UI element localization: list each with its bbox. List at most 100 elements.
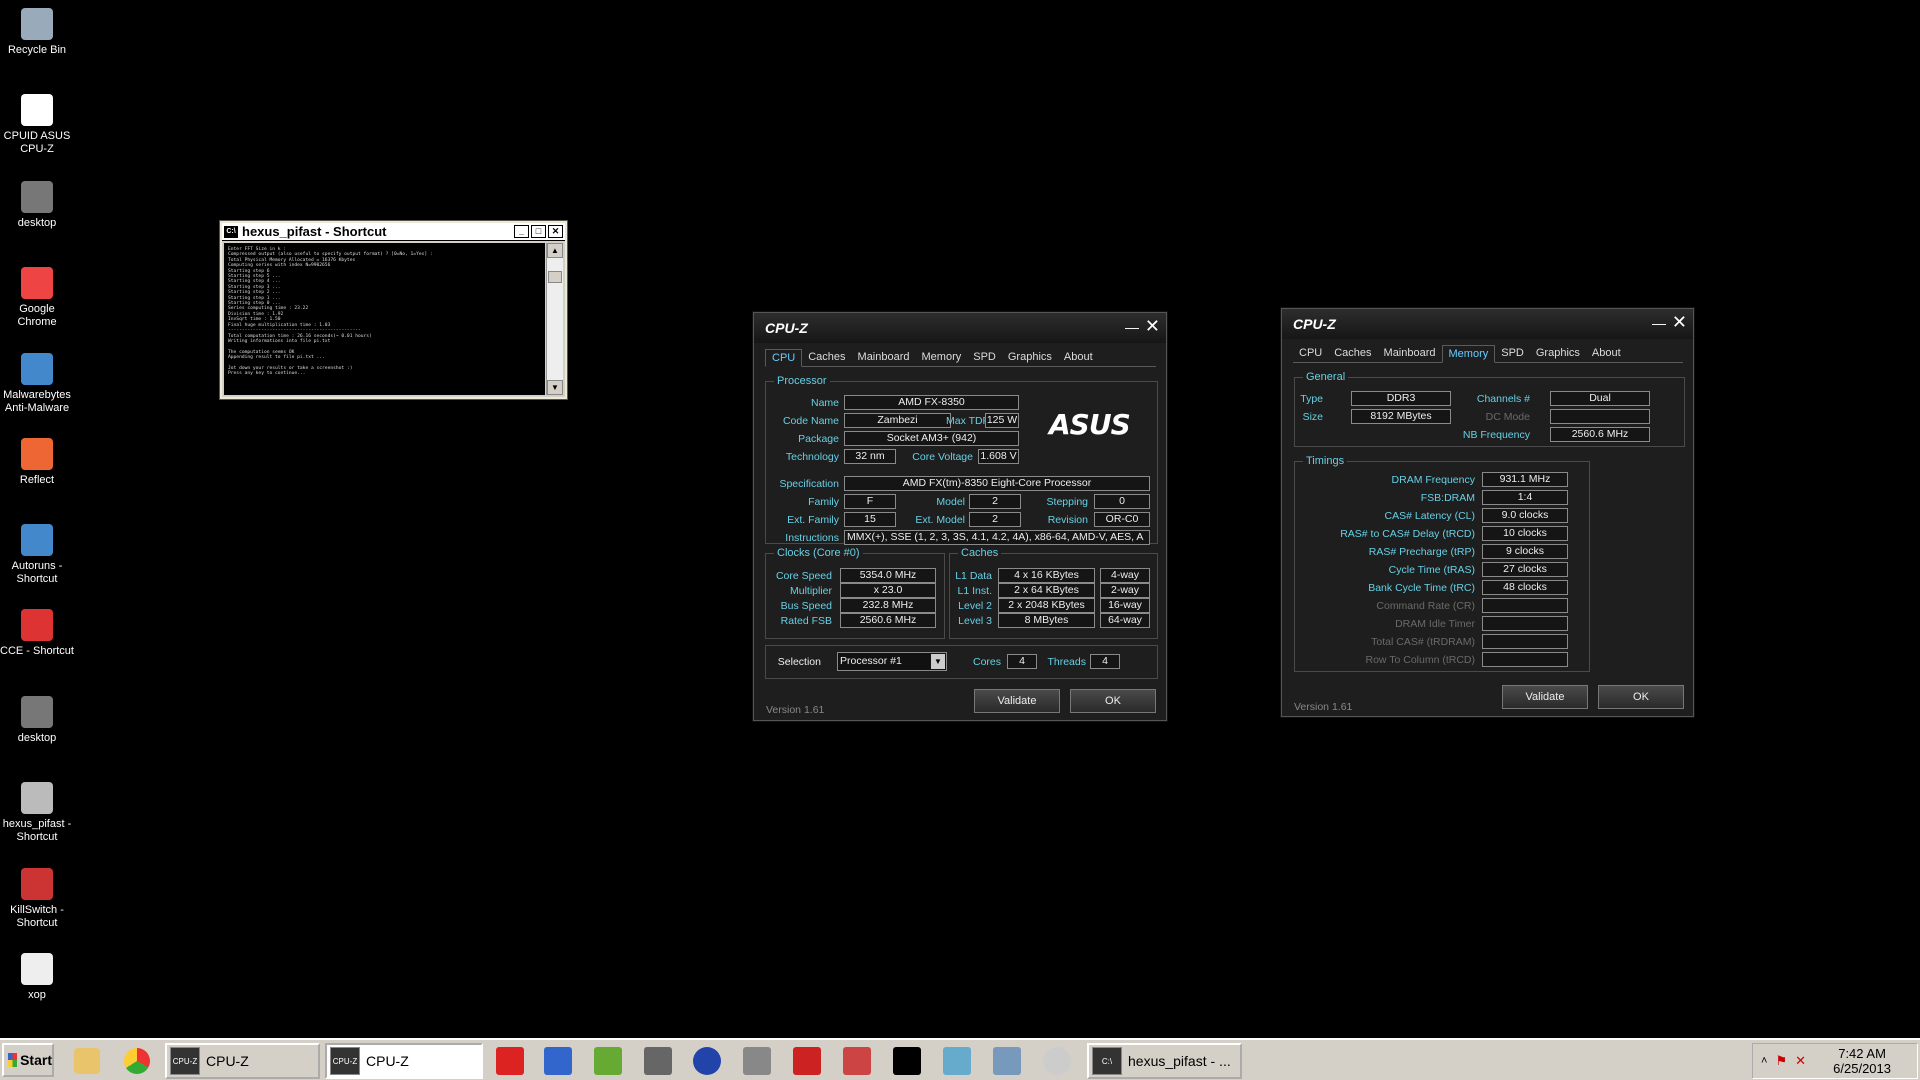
cpuz-memory-window[interactable]: CPU-Z — ✕ CPU Caches Mainboard Memory SPD Gra… bbox=[1281, 308, 1694, 717]
console-titlebar[interactable]: C:\ hexus_pifast - Shortcut _ □ ✕ bbox=[222, 223, 565, 241]
console-window[interactable]: C:\ hexus_pifast - Shortcut _ □ ✕ Enter … bbox=[219, 220, 568, 400]
cache-size: 8 MBytes bbox=[998, 613, 1095, 628]
desktop-icon-label: xop bbox=[28, 989, 46, 1001]
clock-value: x 23.0 bbox=[840, 583, 936, 598]
timing-value: 9 clocks bbox=[1482, 544, 1568, 559]
tab-memory[interactable]: Memory bbox=[1441, 345, 1496, 363]
cache-label: L1 Inst. bbox=[957, 585, 992, 597]
timing-label: Cycle Time (tRAS) bbox=[1388, 564, 1475, 576]
ccleaner-glyph bbox=[496, 1047, 524, 1075]
scroll-down-button[interactable]: ▼ bbox=[547, 380, 563, 395]
paint-icon[interactable] bbox=[940, 1044, 974, 1078]
volume-mute-icon[interactable]: ✕ bbox=[1795, 1053, 1806, 1069]
clock[interactable]: 7:42 AM 6/25/2013 bbox=[1833, 1046, 1891, 1076]
gear-app-icon[interactable] bbox=[740, 1044, 774, 1078]
ccleaner-icon[interactable] bbox=[493, 1044, 527, 1078]
globe-icon[interactable] bbox=[690, 1044, 724, 1078]
console-scrollbar[interactable]: ▲ ▼ bbox=[546, 243, 563, 395]
tab-cpu[interactable]: CPU bbox=[1293, 345, 1328, 363]
tab-spd[interactable]: SPD bbox=[967, 349, 1002, 367]
desktop-icon[interactable]: Recycle Bin bbox=[0, 8, 74, 57]
validate-button[interactable]: Validate bbox=[1502, 685, 1588, 709]
desktop-icon[interactable]: desktop bbox=[0, 696, 74, 745]
timing-value bbox=[1482, 598, 1568, 613]
taskbar-task-label: CPU-Z bbox=[366, 1053, 409, 1069]
close-button[interactable]: ✕ bbox=[548, 225, 563, 238]
clock-app-icon[interactable] bbox=[1040, 1044, 1074, 1078]
console-output: Enter FFT Size in k : Compressed output … bbox=[224, 243, 545, 395]
ok-button[interactable]: OK bbox=[1598, 685, 1684, 709]
clocks-legend: Clocks (Core #0) bbox=[774, 547, 863, 559]
close-button[interactable]: ✕ bbox=[1145, 316, 1160, 337]
crosshair-icon[interactable] bbox=[890, 1044, 924, 1078]
tab-caches[interactable]: Caches bbox=[802, 349, 851, 367]
ok-button[interactable]: OK bbox=[1070, 689, 1156, 713]
desktop-icon-label: Malwarebytes Anti-Malware bbox=[3, 389, 71, 414]
desktop-icon[interactable]: CPUID ASUS CPU-Z bbox=[0, 94, 74, 156]
tab-about[interactable]: About bbox=[1058, 349, 1099, 367]
tab-memory[interactable]: Memory bbox=[916, 349, 968, 367]
killswitch-icon[interactable] bbox=[840, 1044, 874, 1078]
name-value: AMD FX-8350 bbox=[844, 395, 1019, 410]
scroll-up-button[interactable]: ▲ bbox=[547, 243, 563, 258]
scroll-thumb[interactable] bbox=[548, 271, 562, 283]
desktop-icon[interactable]: Malwarebytes Anti-Malware bbox=[0, 353, 74, 415]
hwmonitor-icon[interactable] bbox=[591, 1044, 625, 1078]
minimize-button[interactable]: _ bbox=[514, 225, 529, 238]
desktop-icon[interactable]: hexus_pifast - Shortcut bbox=[0, 782, 74, 844]
processor-select[interactable]: Processor #1 ▼ bbox=[837, 652, 947, 671]
tab-graphics[interactable]: Graphics bbox=[1002, 349, 1058, 367]
cpuz-titlebar[interactable]: CPU-Z — ✕ bbox=[1282, 309, 1693, 339]
flag-icon[interactable]: ⚑ bbox=[1775, 1053, 1787, 1069]
network-icon[interactable] bbox=[990, 1044, 1024, 1078]
taskbar-task[interactable]: CPU-Z CPU-Z bbox=[325, 1043, 483, 1079]
tab-graphics[interactable]: Graphics bbox=[1530, 345, 1586, 363]
tab-mainboard[interactable]: Mainboard bbox=[852, 349, 916, 367]
cce-icon[interactable] bbox=[790, 1044, 824, 1078]
processor-panel: Processor Name AMD FX-8350 Code Name Zam… bbox=[765, 375, 1158, 545]
hwmonitor-glyph bbox=[594, 1047, 622, 1075]
chrome-icon[interactable] bbox=[120, 1044, 154, 1078]
timing-value: 27 clocks bbox=[1482, 562, 1568, 577]
cpuz-cpu-window[interactable]: CPU-Z — ✕ CPU Caches Mainboard Memory SPD Gra… bbox=[753, 312, 1167, 721]
minimize-button[interactable]: — bbox=[1125, 319, 1139, 335]
desktop-icon[interactable]: CCE - Shortcut bbox=[0, 609, 74, 658]
tab-about[interactable]: About bbox=[1586, 345, 1627, 363]
tab-cpu[interactable]: CPU bbox=[765, 349, 803, 367]
validate-button[interactable]: Validate bbox=[974, 689, 1060, 713]
chevron-down-icon[interactable]: ▼ bbox=[931, 654, 945, 669]
taskbar-task[interactable]: CPU-Z CPU-Z bbox=[165, 1043, 320, 1079]
explorer-icon[interactable] bbox=[70, 1044, 104, 1078]
tab-caches[interactable]: Caches bbox=[1328, 345, 1377, 363]
tab-mainboard[interactable]: Mainboard bbox=[1378, 345, 1442, 363]
start-button[interactable]: Start bbox=[2, 1043, 54, 1077]
timing-label: DRAM Idle Timer bbox=[1395, 618, 1475, 630]
instructions-label: Instructions bbox=[785, 532, 839, 544]
superpi-icon[interactable] bbox=[541, 1044, 575, 1078]
clock-value: 232.8 MHz bbox=[840, 598, 936, 613]
ext-family-label: Ext. Family bbox=[787, 514, 839, 526]
taskbar-task[interactable]: C:\ hexus_pifast - ... bbox=[1087, 1043, 1242, 1079]
desktop-icon-label: CPUID ASUS CPU-Z bbox=[3, 130, 71, 155]
instructions-value: MMX(+), SSE (1, 2, 3, 3S, 4.1, 4.2, 4A),… bbox=[844, 530, 1150, 545]
cache-label: Level 2 bbox=[958, 600, 992, 612]
processor-select-value: Processor #1 bbox=[840, 655, 902, 667]
chevron-up-icon[interactable]: ˄ bbox=[1761, 1055, 1767, 1067]
revision-label: Revision bbox=[1047, 514, 1088, 526]
timing-label: Bank Cycle Time (tRC) bbox=[1368, 582, 1475, 594]
window-title: CPU-Z bbox=[765, 320, 808, 336]
minimize-button[interactable]: — bbox=[1652, 315, 1666, 331]
cpuz-titlebar[interactable]: CPU-Z — ✕ bbox=[754, 313, 1166, 343]
tab-spd[interactable]: SPD bbox=[1495, 345, 1530, 363]
desktop-icon[interactable]: Autoruns - Shortcut bbox=[0, 524, 74, 586]
nb-frequency-value: 2560.6 MHz bbox=[1550, 427, 1650, 442]
desktop-icon[interactable]: xop bbox=[0, 953, 74, 1002]
maximize-button[interactable]: □ bbox=[531, 225, 546, 238]
clock-label: Rated FSB bbox=[780, 615, 832, 627]
uc-icon[interactable] bbox=[641, 1044, 675, 1078]
close-button[interactable]: ✕ bbox=[1672, 312, 1687, 333]
desktop-icon[interactable]: desktop bbox=[0, 181, 74, 230]
desktop-icon[interactable]: KillSwitch - Shortcut bbox=[0, 868, 74, 930]
desktop-icon[interactable]: Reflect bbox=[0, 438, 74, 487]
desktop-icon[interactable]: Google Chrome bbox=[0, 267, 74, 329]
